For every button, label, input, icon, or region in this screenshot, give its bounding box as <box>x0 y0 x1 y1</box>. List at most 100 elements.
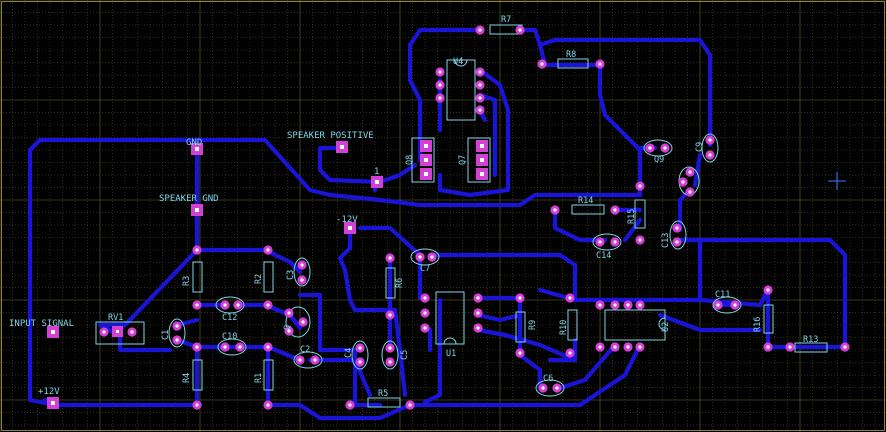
label-c13: C13 <box>661 233 671 248</box>
label-r8: R8 <box>566 50 576 60</box>
q7-pad-1[interactable] <box>476 140 488 152</box>
pad-hole <box>408 403 412 407</box>
pad-hole <box>613 240 617 244</box>
pad-hole <box>733 303 737 307</box>
pad-hole <box>598 62 602 66</box>
pad-hole <box>716 303 720 307</box>
pad-hole <box>648 146 652 150</box>
pad-hole <box>478 96 482 100</box>
pad-hole <box>358 346 362 350</box>
label-r10: R10 <box>559 320 569 335</box>
pad-hole <box>478 70 482 74</box>
pad-hole <box>478 83 482 87</box>
pad-hole <box>553 208 557 212</box>
label-q8: Q8 <box>405 155 415 165</box>
pad-hole <box>476 296 480 300</box>
label-r9: R9 <box>528 320 538 330</box>
label-r5: R5 <box>378 389 388 399</box>
pad-hole <box>568 296 572 300</box>
pad-hole <box>195 403 199 407</box>
pad-hole <box>287 311 291 315</box>
pad-hole <box>708 153 712 157</box>
pad-hole <box>663 146 667 150</box>
q8-pad-2[interactable] <box>420 154 432 166</box>
pad-hole <box>102 330 106 334</box>
pad-hole <box>541 386 545 390</box>
q8-pad-3[interactable] <box>420 168 432 180</box>
label-gnd: GND <box>186 138 202 148</box>
label-c7: C7 <box>420 264 430 274</box>
pad-hole <box>301 320 305 324</box>
label-r7: R7 <box>501 15 511 25</box>
pad-hole <box>388 360 392 364</box>
pad-hole <box>423 296 427 300</box>
label-q3: Q <box>283 325 293 330</box>
label-r2: R2 <box>254 274 264 284</box>
label-q7: Q7 <box>458 155 468 165</box>
label-plus12v: +12V <box>38 387 60 397</box>
pad-hole <box>175 324 179 328</box>
pad-hole <box>518 296 522 300</box>
speaker-positive-pad[interactable] <box>336 141 348 153</box>
pad-hole <box>613 303 617 307</box>
plus12v-pad[interactable] <box>47 397 59 409</box>
label-r6: R6 <box>395 278 405 288</box>
label-rv1: RV1 <box>108 313 123 323</box>
pad-hole <box>675 226 679 230</box>
pad-hole <box>195 248 199 252</box>
pin1-pad[interactable] <box>371 176 383 188</box>
pad-hole <box>766 288 770 292</box>
pad-hole <box>236 303 240 307</box>
label-r3: R3 <box>182 276 192 286</box>
label-c2: C2 <box>300 345 310 355</box>
pad-hole <box>238 345 242 349</box>
pad-hole <box>418 255 422 259</box>
pad-hole <box>626 345 630 349</box>
label-q9: Q9 <box>654 155 664 165</box>
pad-hole <box>223 345 227 349</box>
rv1-pad-1[interactable] <box>112 326 123 337</box>
pad-hole <box>518 28 522 32</box>
q7-pad-2[interactable] <box>476 154 488 166</box>
label-r1: R1 <box>254 373 264 383</box>
label-c4: C4 <box>344 348 354 358</box>
pad-hole <box>688 170 692 174</box>
q8-pad-1[interactable] <box>420 140 432 152</box>
pad-hole <box>313 358 317 362</box>
pad-hole <box>675 240 679 244</box>
pad-hole <box>438 83 442 87</box>
label-r14: R14 <box>578 196 593 206</box>
q7-pad-3[interactable] <box>476 168 488 180</box>
pad-hole <box>423 311 427 315</box>
pad-hole <box>476 311 480 315</box>
label-pin1: 1 <box>374 167 379 177</box>
label-c3: C3 <box>286 270 296 280</box>
pad-hole <box>708 138 712 142</box>
pad-hole <box>298 358 302 362</box>
pad-hole <box>300 263 304 267</box>
pad-hole <box>476 326 480 330</box>
pad-hole <box>438 96 442 100</box>
board-background <box>0 0 886 432</box>
pad-hole <box>568 351 572 355</box>
label-speaker-gnd: SPEAKER GND <box>159 194 219 204</box>
label-r15: R15 <box>627 209 637 224</box>
pad-hole <box>766 345 770 349</box>
pad-hole <box>518 351 522 355</box>
pad-hole <box>598 240 602 244</box>
pad-hole <box>266 303 270 307</box>
label-c6: C6 <box>543 374 553 384</box>
label-r4: R4 <box>182 373 192 383</box>
pad-hole <box>388 256 392 260</box>
pad-hole <box>430 255 434 259</box>
pad-hole <box>195 303 199 307</box>
pad-hole <box>266 345 270 349</box>
pad-hole <box>555 386 559 390</box>
pad-hole <box>300 278 304 282</box>
pad-hole <box>223 303 227 307</box>
pad-hole <box>638 238 642 242</box>
speaker-gnd-pad[interactable] <box>191 204 203 216</box>
label-r16: R16 <box>753 317 763 332</box>
label-c14: C14 <box>596 251 611 261</box>
pad-hole <box>626 303 630 307</box>
